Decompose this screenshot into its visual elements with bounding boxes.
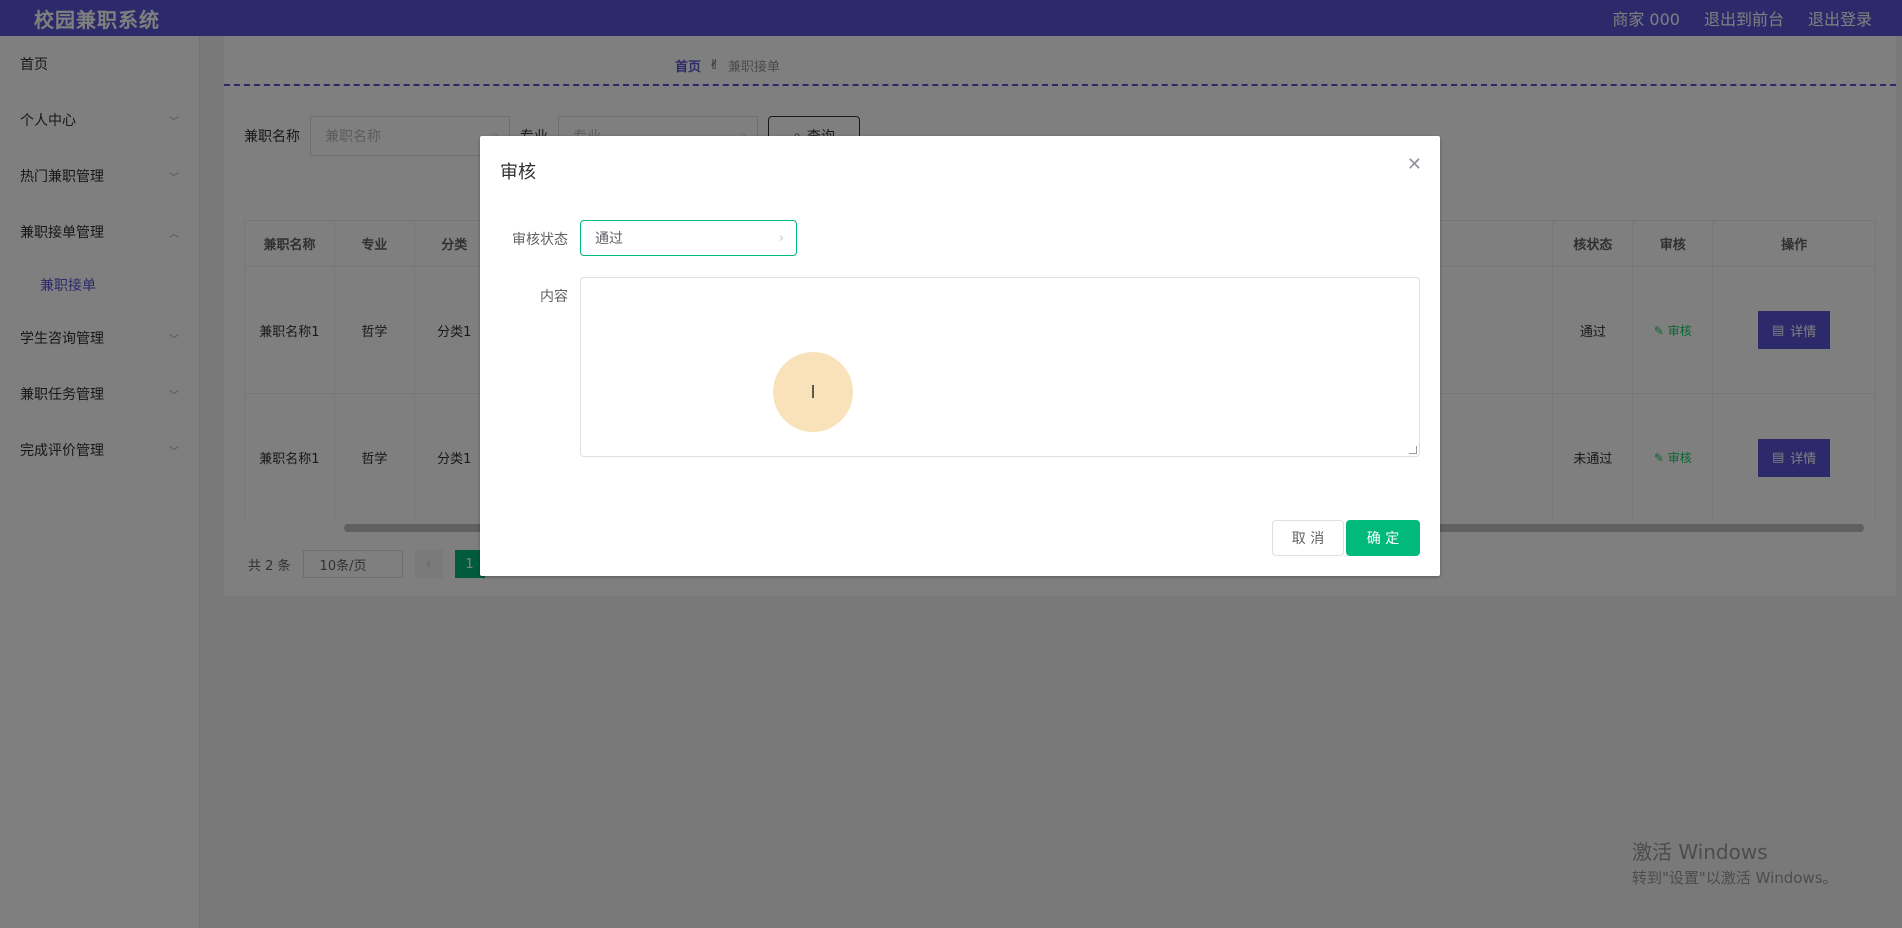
cancel-button[interactable]: 取 消 bbox=[1272, 520, 1344, 556]
text-cursor-icon: I bbox=[810, 381, 816, 403]
resize-grip-icon[interactable] bbox=[1409, 446, 1417, 454]
close-icon[interactable]: ✕ bbox=[1407, 154, 1422, 175]
confirm-button[interactable]: 确 定 bbox=[1346, 520, 1420, 556]
audit-dialog: 审核 ✕ 审核状态 通过 › 内容 I 取 消 确 定 bbox=[480, 136, 1440, 576]
cursor-highlight: I bbox=[773, 352, 853, 432]
audit-status-select[interactable]: 通过 › bbox=[580, 220, 797, 256]
chevron-right-icon: › bbox=[778, 230, 784, 246]
content-textarea[interactable] bbox=[580, 277, 1420, 457]
status-label: 审核状态 bbox=[512, 232, 568, 248]
dialog-title: 审核 bbox=[500, 162, 536, 183]
content-label: 内容 bbox=[540, 289, 568, 305]
status-value: 通过 bbox=[595, 231, 623, 247]
